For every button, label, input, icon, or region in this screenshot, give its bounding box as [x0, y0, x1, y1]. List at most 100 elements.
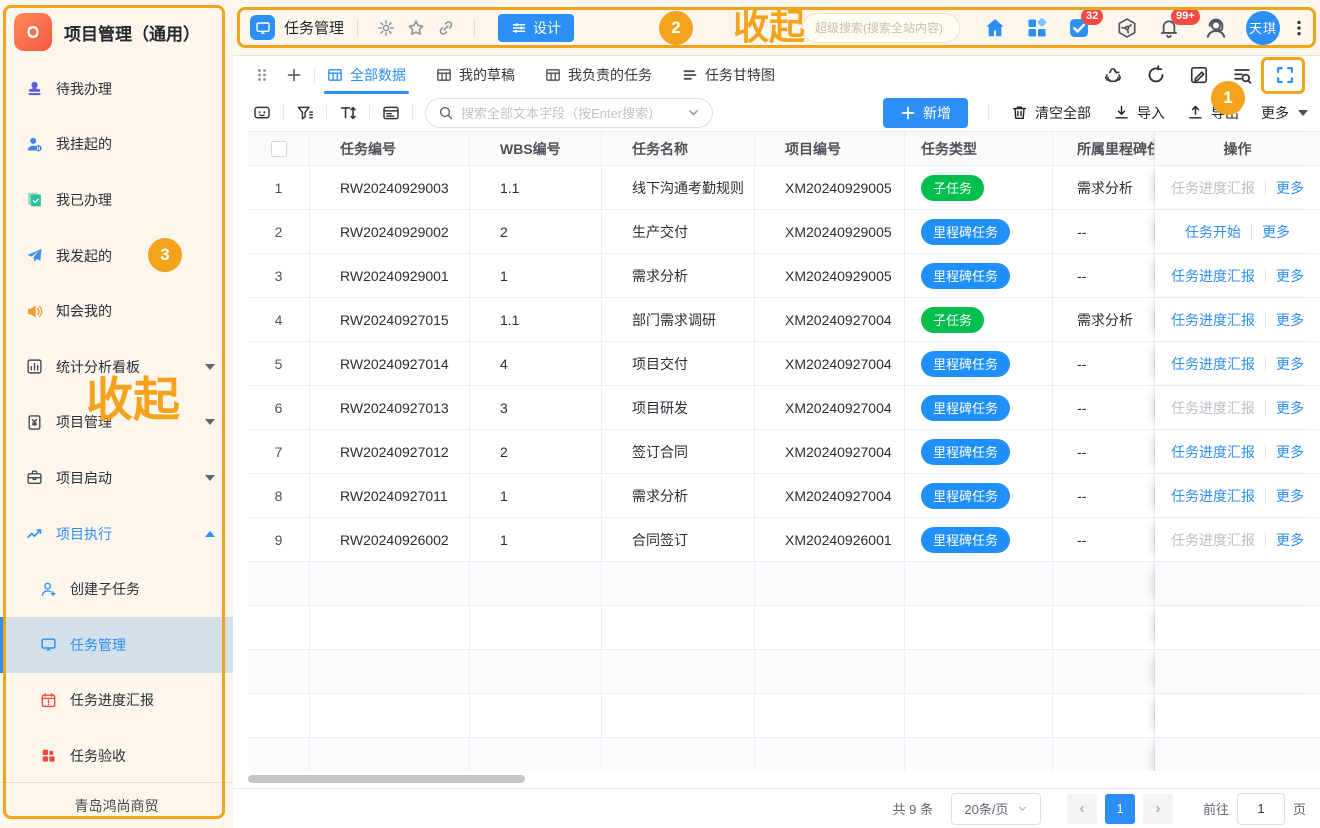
row-action-link[interactable]: 任务进度汇报 — [1171, 310, 1255, 330]
table-row[interactable]: 1RW202409290031.1线下沟通考勤规则XM20240929005子任… — [248, 166, 1320, 210]
sidebar-item[interactable]: 任务进度汇报 — [0, 673, 233, 729]
sidebar-item[interactable]: 知会我的 — [0, 283, 233, 339]
filter-search-icon[interactable] — [1232, 65, 1252, 85]
sidebar-item[interactable]: 创建子任务 — [0, 561, 233, 617]
sidebar-item[interactable]: 项目启动 — [0, 450, 233, 506]
next-page-button[interactable]: › — [1143, 794, 1173, 824]
sidebar-item[interactable]: 我发起的 — [0, 228, 233, 284]
row-more-link[interactable]: 更多 — [1276, 442, 1304, 462]
row-more-link[interactable]: 更多 — [1262, 222, 1290, 242]
tab-all-data[interactable]: 全部数据 — [327, 56, 406, 94]
row-action-link[interactable]: 任务进度汇报 — [1171, 442, 1255, 462]
tab-my-drafts[interactable]: 我的草稿 — [436, 56, 515, 94]
notifications-button[interactable]: 99+ — [1158, 17, 1180, 39]
sidebar-item[interactable]: 我挂起的 — [0, 117, 233, 173]
cell-wbs-no: 1 — [470, 474, 602, 517]
checkbox[interactable] — [271, 141, 287, 157]
cell-task-type: 里程碑任务 — [905, 474, 1053, 517]
row-more-link[interactable]: 更多 — [1276, 530, 1304, 550]
filter-funnel-icon[interactable] — [296, 104, 314, 122]
table-row[interactable]: 4RW202409270151.1部门需求调研XM20240927004子任务需… — [248, 298, 1320, 342]
cell-task-name: 签订合同 — [602, 430, 755, 473]
cell-task-type: 里程碑任务 — [905, 518, 1053, 561]
cell-project-no: XM20240927004 — [755, 386, 905, 429]
share-link-icon[interactable] — [437, 19, 455, 37]
pagination-bar: 共 9 条 20条/页 ‹ 1 › 前往 页 — [233, 788, 1320, 828]
sidebar-header: 项目管理（通用） — [0, 0, 233, 51]
sidebar-item[interactable]: 统计分析看板 — [0, 339, 233, 395]
todo-button[interactable]: 32 — [1068, 17, 1090, 39]
workbench-hexagon-icon[interactable] — [1116, 17, 1138, 39]
sidebar-item[interactable]: 待我办理 — [0, 61, 233, 117]
more-menu-icon[interactable] — [1290, 19, 1308, 37]
edit-log-icon[interactable] — [1189, 65, 1209, 85]
export-button[interactable]: 导出 — [1187, 103, 1239, 123]
row-action-link[interactable]: 任务进度汇报 — [1171, 486, 1255, 506]
table-row[interactable]: 9RW202409260021合同签订XM20240926001里程碑任务--任… — [248, 518, 1320, 562]
table-empty-row — [248, 562, 1320, 606]
table-row[interactable]: 3RW202409290011需求分析XM20240929005里程碑任务--任… — [248, 254, 1320, 298]
export-icon — [1187, 104, 1204, 121]
settings-gear-icon[interactable] — [377, 19, 395, 37]
sidebar-item[interactable]: 任务验收 — [0, 728, 233, 784]
sidebar-item[interactable]: 项目执行 — [0, 506, 233, 562]
header-select-all[interactable] — [248, 132, 310, 165]
global-search-input[interactable]: 超级搜索(搜索全站内容) — [802, 13, 960, 43]
table-row[interactable]: 6RW202409270133项目研发XM20240927004里程碑任务--任… — [248, 386, 1320, 430]
favorite-star-icon[interactable] — [407, 19, 425, 37]
row-height-icon[interactable] — [339, 104, 357, 122]
card-view-icon[interactable] — [382, 104, 400, 122]
recycle-bin-icon[interactable] — [1103, 65, 1123, 85]
row-action-link[interactable]: 任务进度汇报 — [1171, 178, 1255, 198]
table-icon — [327, 67, 343, 83]
row-action-link[interactable]: 任务进度汇报 — [1171, 266, 1255, 286]
import-button[interactable]: 导入 — [1113, 103, 1165, 123]
page-size-select[interactable]: 20条/页 — [951, 793, 1041, 825]
table-row[interactable]: 2RW202409290022生产交付XM20240929005里程碑任务--任… — [248, 210, 1320, 254]
row-more-link[interactable]: 更多 — [1276, 354, 1304, 374]
table-row[interactable]: 7RW202409270122签订合同XM20240927004里程碑任务--任… — [248, 430, 1320, 474]
tab-gantt[interactable]: 任务甘特图 — [682, 56, 775, 94]
current-page-button[interactable]: 1 — [1105, 794, 1135, 824]
apps-grid-icon[interactable] — [1026, 17, 1048, 39]
goto-page-input[interactable] — [1237, 793, 1285, 825]
row-more-link[interactable]: 更多 — [1276, 486, 1304, 506]
sidebar-item[interactable]: 任务管理 — [0, 617, 233, 673]
row-action-link[interactable]: 任务进度汇报 — [1171, 398, 1255, 418]
add-record-button[interactable]: 新增 — [883, 98, 968, 128]
drag-handle-icon[interactable] — [254, 67, 270, 83]
fullscreen-icon[interactable] — [1275, 65, 1295, 85]
page-app-icon — [250, 15, 275, 40]
table-row[interactable]: 8RW202409270111需求分析XM20240927004里程碑任务--任… — [248, 474, 1320, 518]
refresh-icon[interactable] — [1146, 65, 1166, 85]
app-window: 项目管理（通用） 待我办理我挂起的我已办理我发起的知会我的统计分析看板项目管理项… — [0, 0, 1320, 828]
row-more-link[interactable]: 更多 — [1276, 310, 1304, 330]
empty-cell — [470, 694, 602, 737]
display-settings-icon[interactable] — [253, 104, 271, 122]
add-view-icon[interactable] — [286, 67, 302, 83]
scrollbar-thumb[interactable] — [248, 775, 525, 783]
home-icon[interactable] — [984, 17, 1006, 39]
clear-all-button[interactable]: 清空全部 — [1011, 103, 1091, 123]
sidebar-item[interactable]: 项目管理 — [0, 395, 233, 451]
row-more-link[interactable]: 更多 — [1276, 178, 1304, 198]
user-avatar[interactable]: 天琪 — [1246, 11, 1280, 45]
empty-cell — [755, 694, 905, 737]
more-actions-button[interactable]: 更多 — [1261, 103, 1308, 123]
sidebar-item[interactable]: 我已办理 — [0, 172, 233, 228]
table-search-input[interactable]: 搜索全部文本字段（按Enter搜索） — [425, 98, 713, 128]
empty-cell — [470, 738, 602, 771]
row-action-link[interactable]: 任务进度汇报 — [1171, 354, 1255, 374]
row-more-link[interactable]: 更多 — [1276, 266, 1304, 286]
logo-knot-icon — [23, 22, 43, 42]
prev-page-button[interactable]: ‹ — [1067, 794, 1097, 824]
row-action-link[interactable]: 任务进度汇报 — [1171, 530, 1255, 550]
chevron-down-icon — [1017, 803, 1028, 814]
row-more-link[interactable]: 更多 — [1276, 398, 1304, 418]
tab-my-tasks[interactable]: 我负责的任务 — [545, 56, 652, 94]
empty-cell — [602, 606, 755, 649]
table-row[interactable]: 5RW202409270144项目交付XM20240927004里程碑任务--任… — [248, 342, 1320, 386]
design-button[interactable]: 设计 — [498, 14, 574, 42]
row-action-link[interactable]: 任务开始 — [1185, 222, 1241, 242]
customer-service-icon[interactable] — [1204, 16, 1228, 40]
